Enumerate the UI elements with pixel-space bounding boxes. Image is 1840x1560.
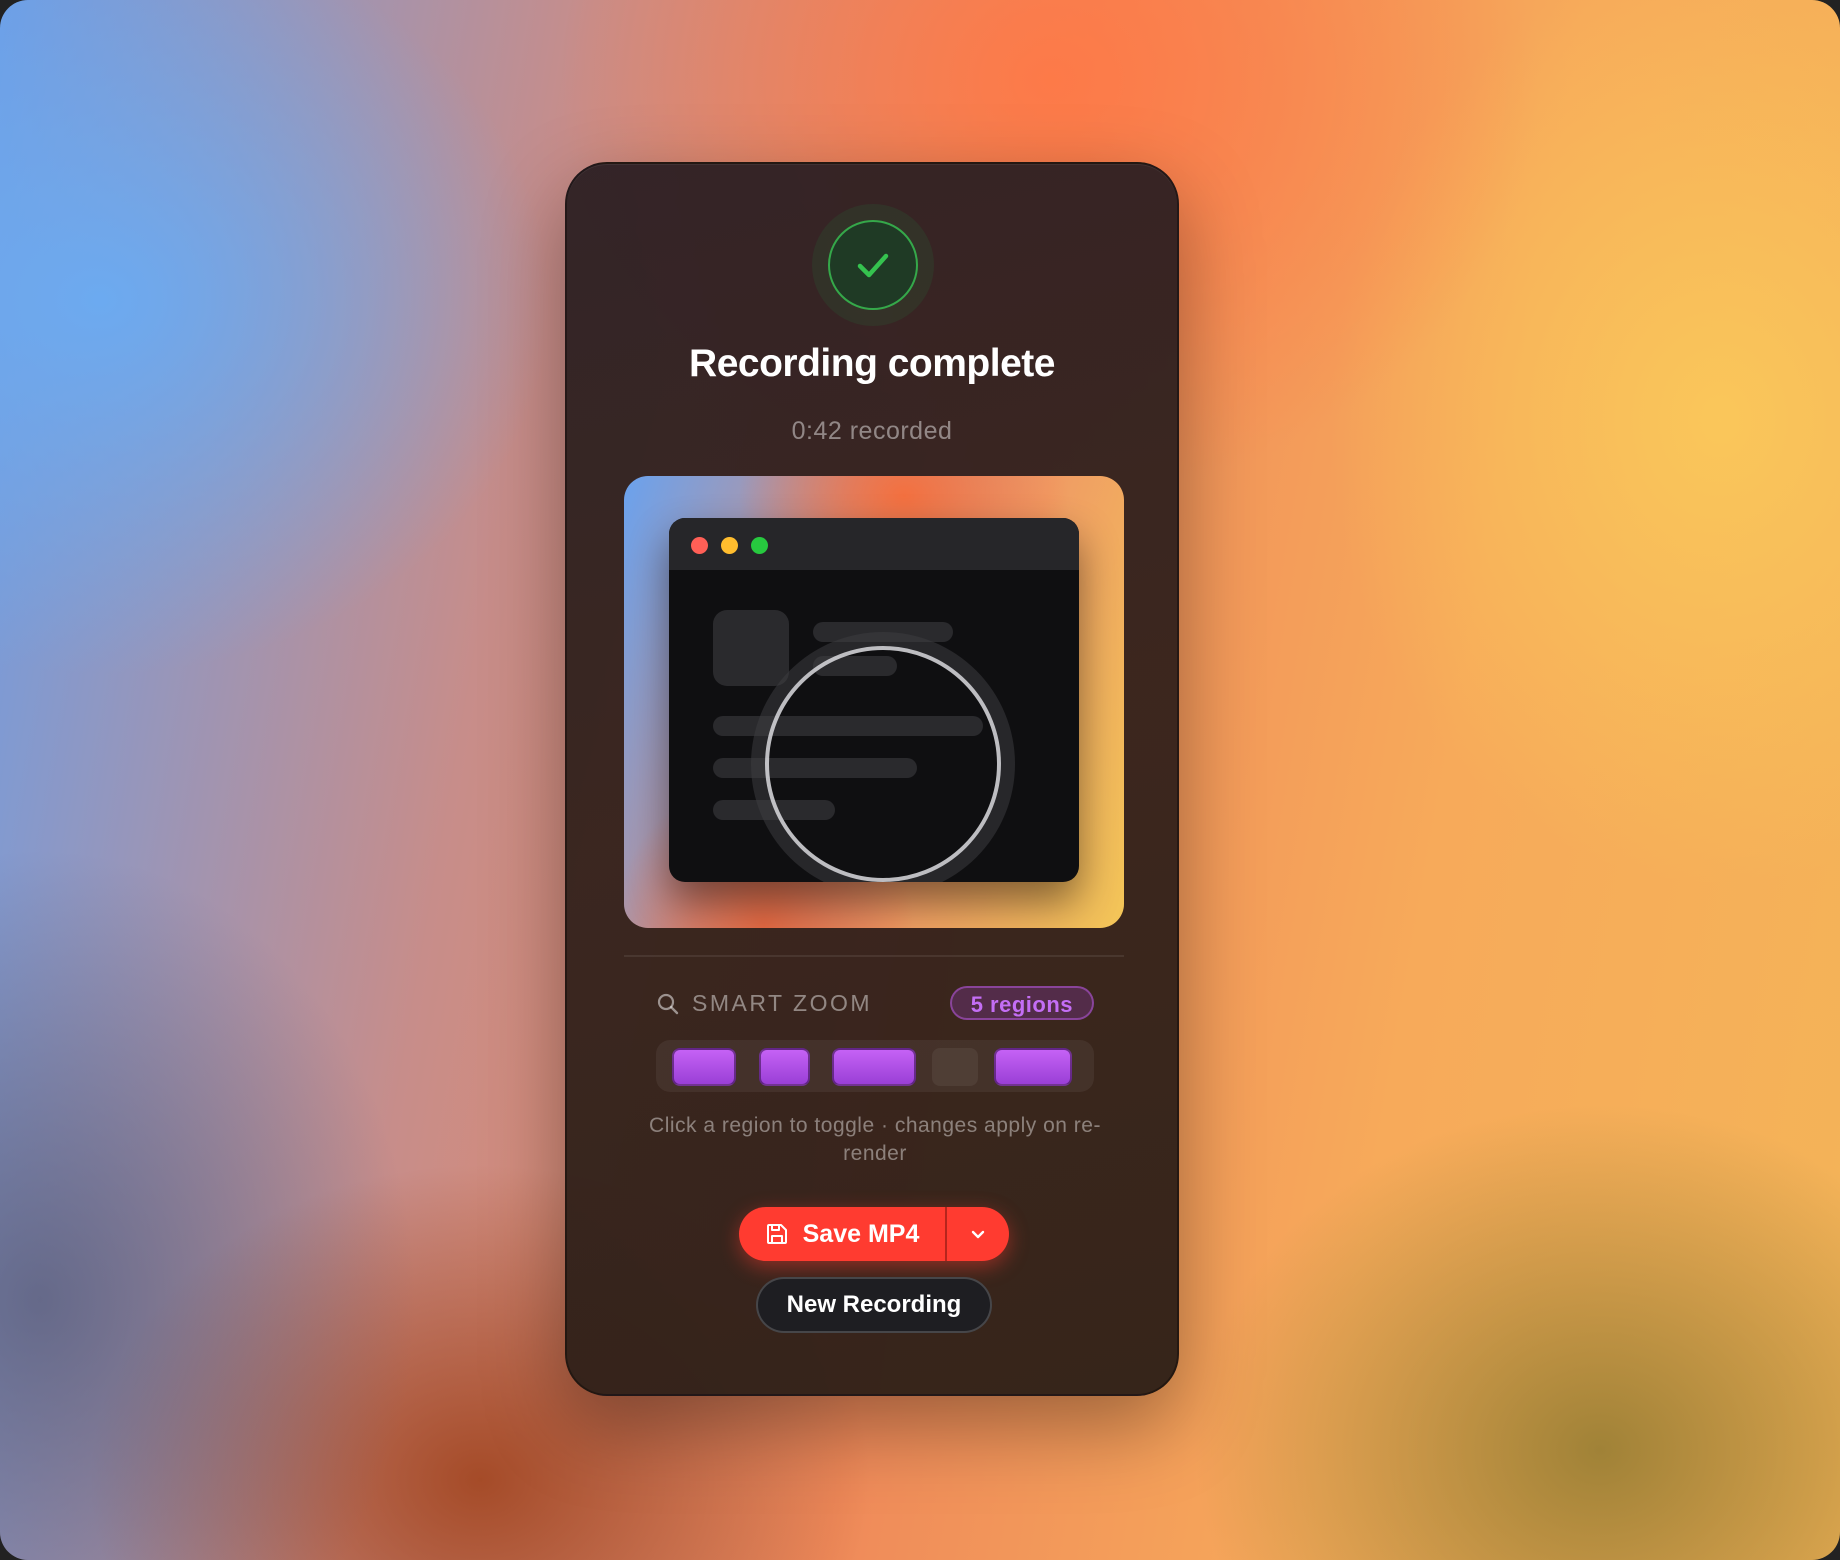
preview-titlebar <box>669 518 1079 570</box>
search-icon <box>657 993 679 1015</box>
zoom-region-timeline <box>656 1040 1094 1092</box>
save-mp4-button[interactable]: Save MP4 <box>739 1207 945 1261</box>
preview-window <box>669 518 1079 882</box>
recording-complete-dialog: Recording complete 0:42 recorded SMART Z… <box>565 162 1179 1396</box>
section-divider <box>624 955 1124 957</box>
success-badge <box>828 220 918 310</box>
save-icon <box>766 1224 787 1244</box>
zoom-lens-icon <box>765 646 1001 882</box>
regions-count-badge: 5 regions <box>949 986 1094 1020</box>
chevron-down-icon <box>971 1230 985 1239</box>
zoom-region-4[interactable] <box>932 1048 978 1086</box>
checkmark-icon <box>857 253 889 278</box>
smart-zoom-label: SMART ZOOM <box>692 990 873 1016</box>
maximize-dot-icon <box>751 537 768 554</box>
zoom-region-2[interactable] <box>759 1048 810 1086</box>
zoom-region-5[interactable] <box>994 1048 1072 1086</box>
placeholder-avatar <box>713 610 789 686</box>
save-split-button: Save MP4 <box>739 1207 1009 1261</box>
close-dot-icon <box>691 537 708 554</box>
new-recording-button[interactable]: New Recording <box>756 1277 992 1333</box>
zoom-region-3[interactable] <box>832 1048 916 1086</box>
zoom-hint-text: Click a region to toggle · changes apply… <box>649 1114 1101 1165</box>
dialog-title: Recording complete <box>689 342 1055 385</box>
save-mp4-label: Save MP4 <box>802 1219 920 1248</box>
smart-zoom-header: SMART ZOOM 5 regions <box>656 984 1094 1024</box>
export-options-button[interactable] <box>947 1207 1009 1261</box>
minimize-dot-icon <box>721 537 738 554</box>
placeholder-line <box>813 622 953 642</box>
recording-preview[interactable] <box>624 476 1124 928</box>
zoom-region-1[interactable] <box>672 1048 736 1086</box>
recorded-duration: 0:42 recorded <box>791 417 953 445</box>
